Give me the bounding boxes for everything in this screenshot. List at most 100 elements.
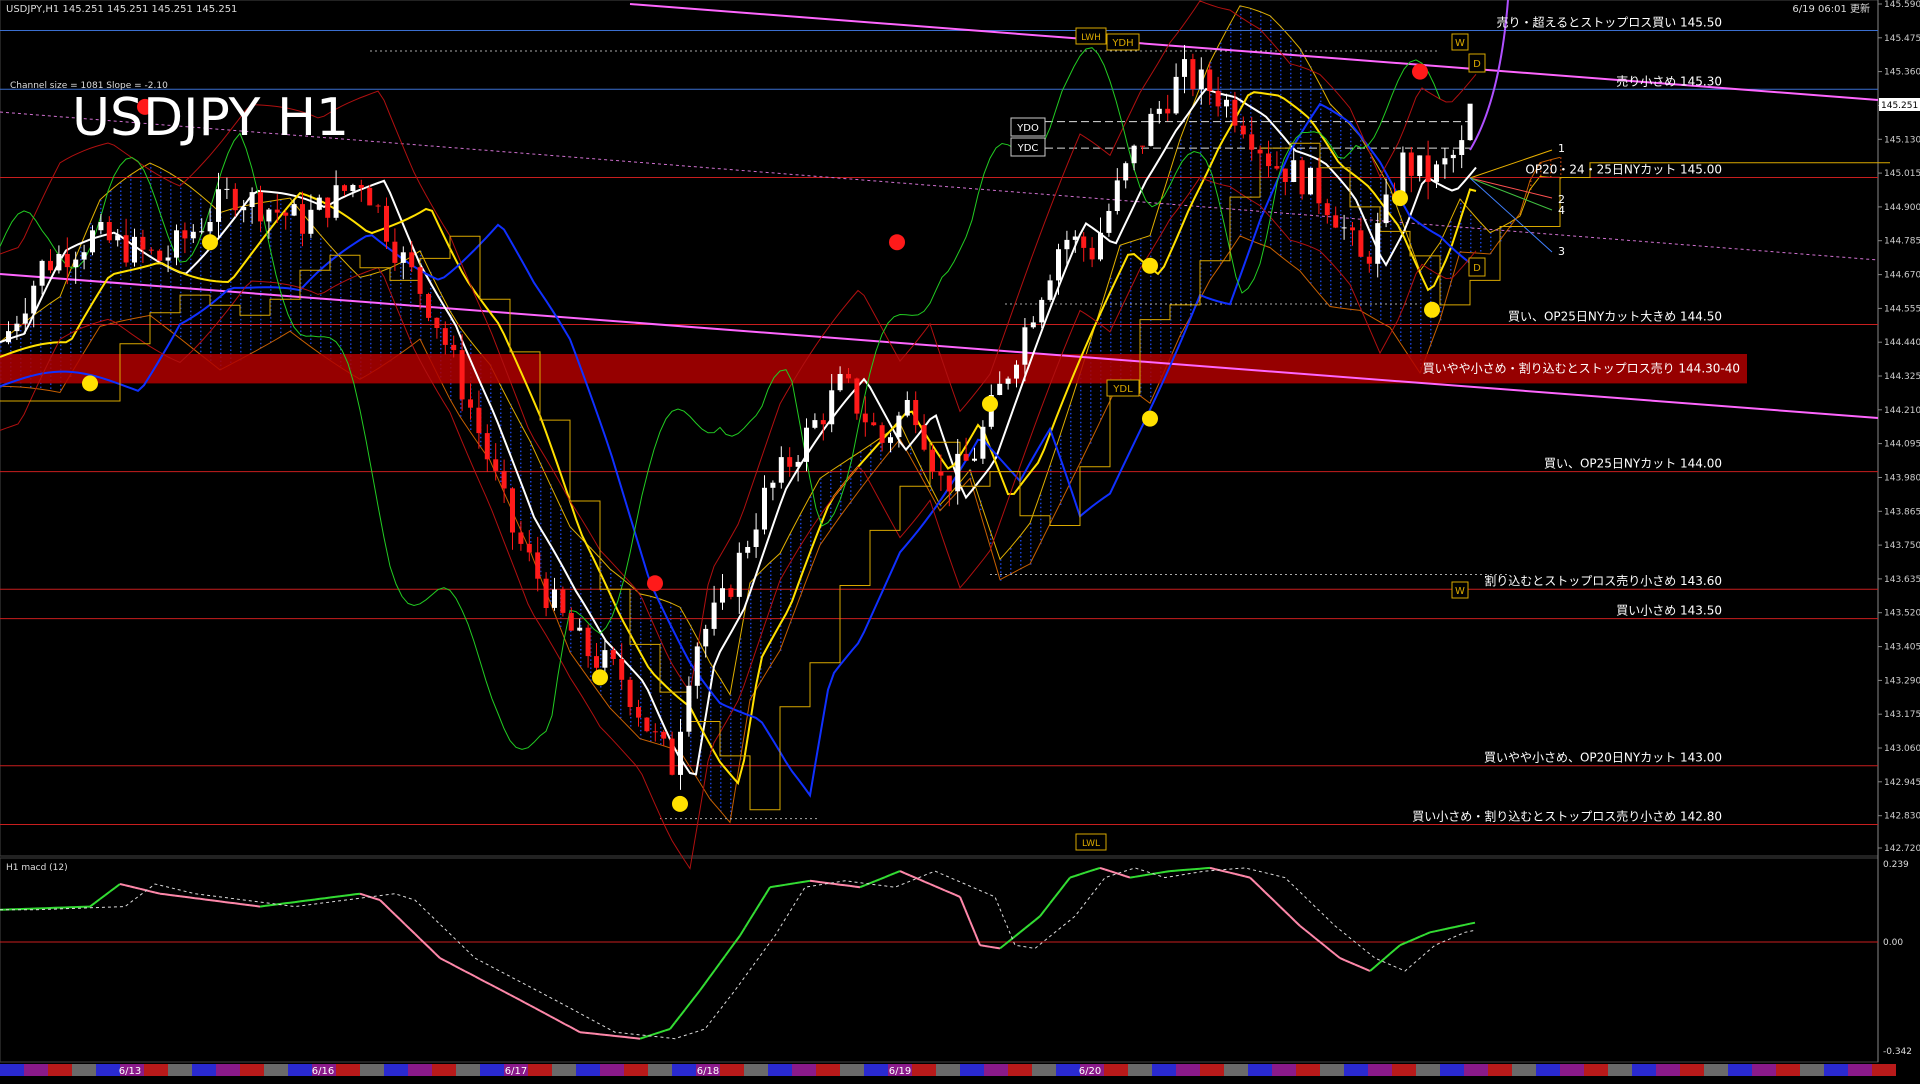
cloud-dot	[1350, 237, 1352, 239]
cloud-dot	[1470, 239, 1472, 241]
price-tick-label: 144.555	[1884, 304, 1920, 314]
cloud-dot	[1270, 228, 1272, 230]
cloud-dot	[1200, 219, 1202, 221]
candle-body	[98, 222, 103, 230]
cloud-dot	[520, 435, 522, 437]
cloud-dot	[330, 282, 332, 284]
cloud-dot	[610, 633, 612, 635]
cloud-dot	[210, 351, 212, 353]
cloud-dot	[160, 296, 162, 298]
cloud-dot	[130, 199, 132, 201]
cloud-dot	[80, 339, 82, 341]
cloud-dot	[1350, 257, 1352, 259]
cloud-dot	[1390, 228, 1392, 230]
cloud-dot	[790, 538, 792, 540]
candle-body	[1106, 211, 1111, 233]
sell-signal-marker	[647, 575, 663, 591]
cloud-dot	[1360, 168, 1362, 170]
cloud-dot	[330, 330, 332, 332]
ma-blue	[0, 104, 1476, 795]
candle-body	[653, 731, 658, 732]
cloud-dot	[1100, 322, 1102, 324]
cloud-dot	[1270, 152, 1272, 154]
cloud-dot	[1220, 255, 1222, 257]
cloud-dot	[1450, 265, 1452, 267]
cloud-dot	[1450, 241, 1452, 243]
cloud-dot	[1140, 287, 1142, 289]
cloud-dot	[1050, 473, 1052, 475]
cloud-dot	[1250, 76, 1252, 78]
cloud-dot	[710, 715, 712, 717]
cloud-dot	[1290, 213, 1292, 215]
cloud-dot	[1240, 10, 1242, 12]
cloud-dot	[1110, 334, 1112, 336]
cloud-dot	[670, 639, 672, 641]
cloud-dot	[150, 283, 152, 285]
cloud-dot	[1310, 98, 1312, 100]
cloud-dot	[720, 806, 722, 808]
cloud-dot	[1230, 104, 1232, 106]
cloud-dot	[490, 433, 492, 435]
cloud-dot	[1250, 112, 1252, 114]
cloud-dot	[140, 173, 142, 175]
cloud-dot	[70, 284, 72, 286]
cloud-dot	[1100, 342, 1102, 344]
cloud-dot	[310, 311, 312, 313]
candle-body	[762, 488, 767, 530]
cloud-dot	[1140, 307, 1142, 309]
cloud-dot	[710, 731, 712, 733]
cloud-dot	[1430, 325, 1432, 327]
cloud-dot	[610, 585, 612, 587]
cloud-dot	[180, 276, 182, 278]
cloud-dot	[700, 695, 702, 697]
cloud-dot	[200, 215, 202, 217]
cloud-dot	[1350, 277, 1352, 279]
cloud-dot	[1280, 178, 1282, 180]
cloud-dot	[1380, 298, 1382, 300]
cloud-dot	[220, 337, 222, 339]
candle-body	[997, 384, 1002, 395]
cloud-dot	[1320, 209, 1322, 211]
cloud-dot	[240, 243, 242, 245]
candle-body	[224, 189, 229, 190]
cloud-dot	[1170, 267, 1172, 269]
cloud-dot	[1280, 142, 1282, 144]
cloud-dot	[1170, 263, 1172, 265]
cloud-dot	[1250, 228, 1252, 230]
cloud-dot	[170, 221, 172, 223]
cloud-dot	[1180, 199, 1182, 201]
cloud-dot	[190, 307, 192, 309]
cloud-dot	[140, 201, 142, 203]
cloud-dot	[270, 241, 272, 243]
cloud-dot	[1180, 263, 1182, 265]
cloud-dot	[1280, 46, 1282, 48]
cloud-dot	[320, 306, 322, 308]
cloud-dot	[570, 555, 572, 557]
cloud-dot	[1350, 161, 1352, 163]
cloud-dot	[650, 704, 652, 706]
cloud-dot	[1120, 285, 1122, 287]
cloud-dot	[1440, 307, 1442, 309]
cloud-dot	[1290, 117, 1292, 119]
cloud-dot	[1300, 157, 1302, 159]
cloud-dot	[100, 268, 102, 270]
cloud-dot	[180, 212, 182, 214]
cloud-dot	[480, 397, 482, 399]
cloud-dot	[1340, 230, 1342, 232]
cloud-dot	[1330, 284, 1332, 286]
cloud-dot	[790, 546, 792, 548]
cloud-dot	[730, 719, 732, 721]
cloud-dot	[1370, 209, 1372, 211]
cloud-dot	[1220, 87, 1222, 89]
cloud-dot	[540, 499, 542, 501]
cloud-dot	[80, 351, 82, 353]
cloud-dot	[200, 347, 202, 349]
cloud-dot	[540, 483, 542, 485]
cloud-dot	[1320, 241, 1322, 243]
cloud-dot	[1280, 34, 1282, 36]
cloud-dot	[90, 267, 92, 269]
cloud-dot	[170, 185, 172, 187]
cloud-dot	[750, 691, 752, 693]
cloud-dot	[260, 259, 262, 261]
cloud-dot	[230, 246, 232, 248]
